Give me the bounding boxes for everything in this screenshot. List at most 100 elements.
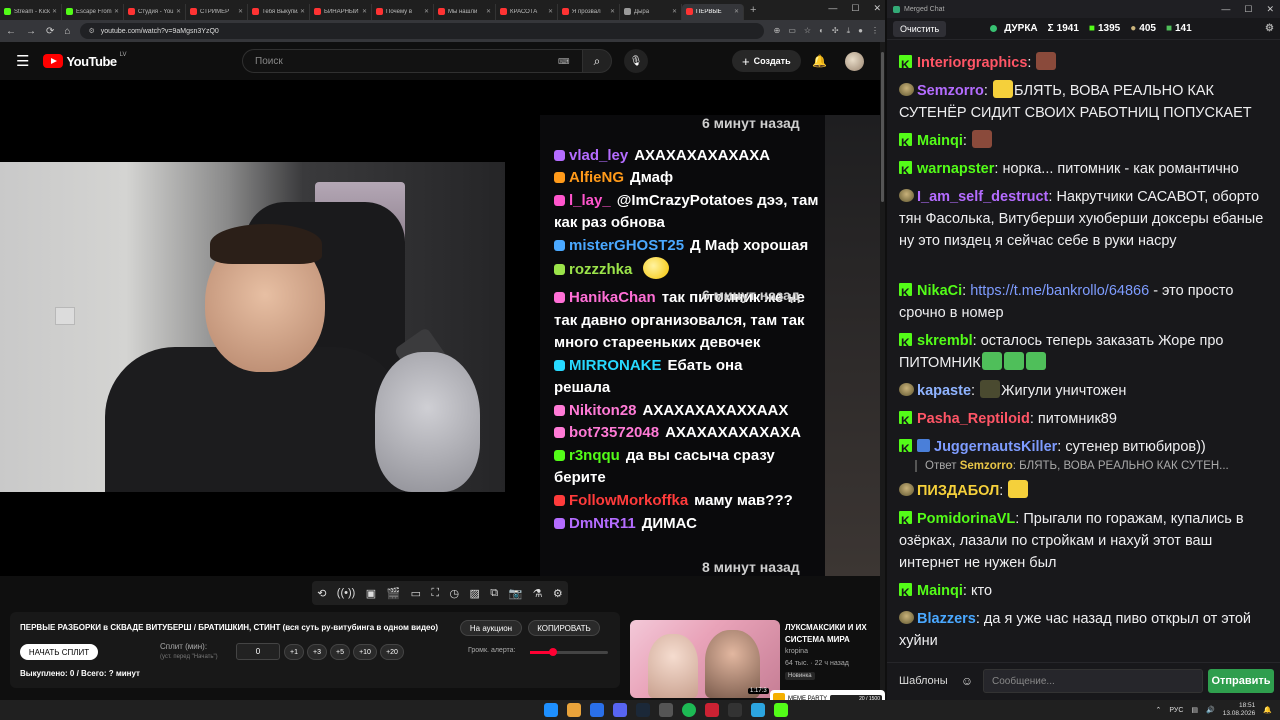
send-button[interactable]: Отправить bbox=[1208, 669, 1274, 693]
chat-username[interactable]: Interiorgraphics bbox=[917, 55, 1027, 71]
auction-button[interactable]: На аукцион bbox=[460, 620, 522, 636]
screenshot-icon[interactable]: ▣ bbox=[366, 587, 376, 600]
volume-icon[interactable]: 🔊 bbox=[1206, 706, 1215, 714]
chat-username[interactable]: I_am_self_destruct bbox=[917, 189, 1048, 205]
extension-icon[interactable]: ◐ bbox=[819, 26, 824, 36]
split-minutes-input[interactable] bbox=[236, 643, 280, 660]
kick-app-icon[interactable] bbox=[774, 703, 788, 717]
page-scrollbar[interactable] bbox=[880, 42, 885, 700]
tab-close-icon[interactable]: ✕ bbox=[424, 8, 429, 15]
hamburger-menu-icon[interactable]: ☰ bbox=[16, 52, 29, 70]
new-tab-icon[interactable]: + bbox=[750, 4, 756, 16]
puzzle-icon[interactable]: ✣ bbox=[832, 26, 839, 36]
zoom-icon[interactable]: ⊕ bbox=[774, 26, 781, 36]
close-icon[interactable]: ✕ bbox=[873, 3, 881, 14]
copy-button[interactable]: КОПИРОВАТЬ bbox=[528, 620, 600, 636]
start-icon[interactable] bbox=[544, 703, 558, 717]
create-button[interactable]: + Создать bbox=[732, 50, 801, 72]
browser-menu-icon[interactable]: ⋮ bbox=[871, 26, 879, 36]
notifications-icon[interactable]: 🔔 bbox=[1263, 706, 1272, 714]
chat-username[interactable]: kapaste bbox=[917, 383, 971, 399]
alert-volume-slider[interactable] bbox=[530, 648, 608, 656]
network-icon[interactable]: ▤ bbox=[1191, 706, 1198, 714]
tab-close-icon[interactable]: ✕ bbox=[238, 8, 243, 15]
chat-username[interactable]: Blazzers bbox=[917, 611, 976, 627]
browser-tab[interactable]: Stream - Kick ✕ bbox=[0, 3, 62, 20]
search-app-icon[interactable] bbox=[590, 703, 604, 717]
url-field[interactable]: ⚙ youtube.com/watch?v=9aMgsn3YzQ0 bbox=[80, 23, 764, 39]
chat-username[interactable]: Semzorro bbox=[917, 83, 984, 99]
language-indicator[interactable]: РУС bbox=[1169, 707, 1183, 714]
camera-icon[interactable]: 📷 bbox=[509, 587, 523, 600]
chat-username[interactable]: Mainqi bbox=[917, 583, 963, 599]
clock[interactable]: 18:51 13.08.2026 bbox=[1223, 702, 1256, 718]
chat-username[interactable]: Mainqi bbox=[917, 133, 963, 149]
tab-close-icon[interactable]: ✕ bbox=[610, 8, 615, 15]
chat-settings-icon[interactable]: ⚙ bbox=[1265, 23, 1274, 34]
voice-search-button[interactable]: 🎙 bbox=[624, 49, 648, 73]
clip-icon[interactable]: 🎬 bbox=[387, 587, 401, 600]
increment-button[interactable]: +20 bbox=[380, 644, 404, 660]
back-icon[interactable]: ← bbox=[6, 26, 16, 37]
browser-tab[interactable]: ПЕРВЫЕ ✕ bbox=[682, 3, 744, 20]
reload-icon[interactable]: ⟳ bbox=[46, 26, 54, 37]
flask-icon[interactable]: ⚗ bbox=[533, 587, 543, 600]
maximize-icon[interactable]: ☐ bbox=[851, 3, 859, 14]
start-split-button[interactable]: НАЧАТЬ СПЛИТ bbox=[20, 644, 98, 660]
tab-close-icon[interactable]: ✕ bbox=[176, 8, 181, 15]
download-icon[interactable]: ⤓ bbox=[847, 26, 851, 36]
increment-button[interactable]: +5 bbox=[330, 644, 350, 660]
chat-username[interactable]: warnapster bbox=[917, 161, 994, 177]
theater-icon[interactable]: ▭ bbox=[411, 587, 421, 600]
emoji-icon[interactable]: ☺ bbox=[957, 671, 977, 691]
message-input[interactable] bbox=[983, 669, 1203, 693]
loop-icon[interactable]: ⟲ bbox=[317, 587, 326, 600]
tab-close-icon[interactable]: ✕ bbox=[362, 8, 367, 15]
telegram-icon[interactable] bbox=[751, 703, 765, 717]
browser-tab[interactable]: СТРИМЕР ✕ bbox=[186, 3, 248, 20]
channel-name[interactable]: kropina bbox=[785, 648, 808, 655]
chat-username[interactable]: NikaCi bbox=[917, 283, 962, 299]
browser-tab[interactable]: Escape From Tarkov✕ bbox=[62, 3, 124, 20]
keyboard-icon[interactable]: ⌨ bbox=[558, 57, 570, 66]
search-button[interactable]: ⌕ bbox=[582, 49, 612, 73]
increment-button[interactable]: +3 bbox=[307, 644, 327, 660]
chat-username[interactable]: skrembl bbox=[917, 333, 973, 349]
browser-tab[interactable]: Я прозвал ✕ bbox=[558, 3, 620, 20]
home-icon[interactable]: ⌂ bbox=[64, 26, 70, 37]
audio-icon[interactable]: ((•)) bbox=[337, 587, 356, 599]
browser-tab[interactable]: Тебя Выкупили✕ bbox=[248, 3, 310, 20]
chat-link[interactable]: https://t.me/bankrollo/64866 bbox=[970, 283, 1149, 299]
pip-icon[interactable]: ⧉ bbox=[490, 587, 498, 600]
obs-icon[interactable] bbox=[728, 703, 742, 717]
profile-icon[interactable]: ● bbox=[858, 26, 863, 36]
browser-tab[interactable]: БИНАРНЫЙ ✕ bbox=[310, 3, 372, 20]
speed-icon[interactable]: ◷ bbox=[449, 587, 459, 600]
close-icon[interactable]: ✕ bbox=[1266, 4, 1274, 15]
youtube-logo[interactable]: YouTube LV bbox=[43, 52, 127, 69]
forward-icon[interactable]: → bbox=[26, 26, 36, 37]
settings-gear-icon[interactable]: ⚙ bbox=[553, 587, 563, 600]
recommended-title[interactable]: ЛУКСМАКСИКИ И ИХ СИСТЕМА МИРА bbox=[785, 622, 877, 646]
minimize-icon[interactable]: — bbox=[1221, 4, 1230, 15]
app-icon[interactable] bbox=[705, 703, 719, 717]
minimize-icon[interactable]: — bbox=[828, 3, 837, 14]
site-info-icon[interactable]: ⚙ bbox=[88, 27, 94, 35]
fullscreen-icon[interactable]: ⛶ bbox=[431, 587, 439, 600]
filter-icon[interactable]: ▨ bbox=[469, 587, 479, 600]
chat-username[interactable]: ПИЗДАБОЛ bbox=[917, 483, 999, 499]
bookmark-star-icon[interactable]: ☆ bbox=[804, 26, 811, 36]
discord-icon[interactable] bbox=[613, 703, 627, 717]
increment-button[interactable]: +10 bbox=[353, 644, 377, 660]
video-player[interactable]: vlad_ley АХАХАХАХАХАХА AlfieNG Дмаф l_lay_ @I… bbox=[0, 80, 880, 576]
browser-tab[interactable]: Мы нашли ✕ bbox=[434, 3, 496, 20]
spotify-icon[interactable] bbox=[682, 703, 696, 717]
tab-close-icon[interactable]: ✕ bbox=[300, 8, 305, 15]
browser-tab[interactable]: Студия - YouTube✕ bbox=[124, 3, 186, 20]
account-avatar[interactable] bbox=[845, 52, 864, 71]
tab-close-icon[interactable]: ✕ bbox=[114, 8, 119, 15]
scrollbar-thumb[interactable] bbox=[881, 52, 884, 202]
tab-close-icon[interactable]: ✕ bbox=[548, 8, 553, 15]
app-icon[interactable] bbox=[659, 703, 673, 717]
recommended-video[interactable]: 1:17:3 ЛУКСМАКСИКИ И ИХ СИСТЕМА МИРА kro… bbox=[630, 620, 880, 700]
